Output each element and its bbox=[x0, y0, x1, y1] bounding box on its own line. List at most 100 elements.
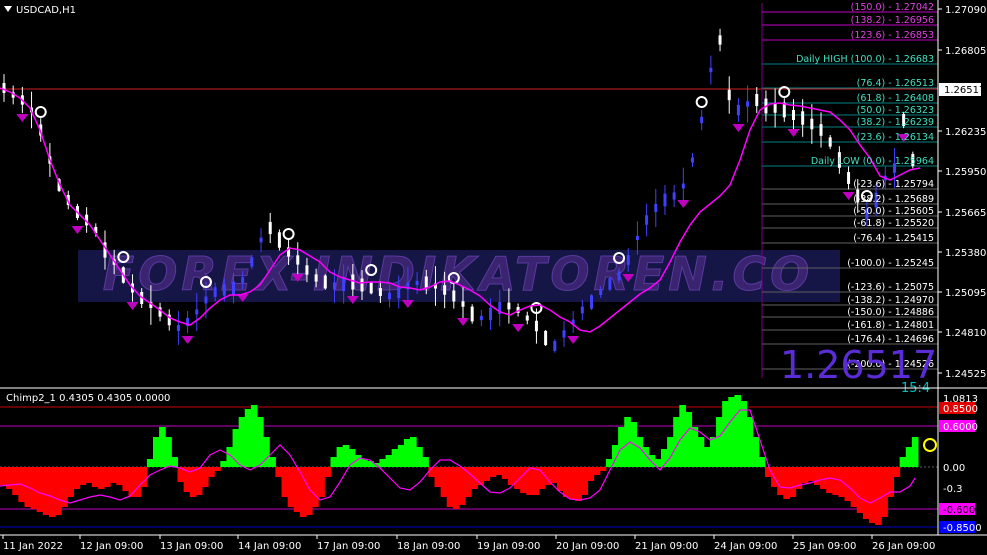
histogram-bar-positive bbox=[709, 437, 717, 467]
histogram-bar-negative bbox=[91, 467, 99, 487]
fib-label: (-61.8) - 1.25520 bbox=[853, 218, 934, 229]
candle-body bbox=[635, 235, 639, 241]
candle-body bbox=[810, 118, 814, 130]
trading-chart[interactable]: FOREX-INDIKATOREN.CO (150.0) - 1.27042(1… bbox=[0, 0, 987, 555]
histogram-bar-positive bbox=[911, 437, 919, 467]
candle-body bbox=[479, 315, 483, 321]
candle-body bbox=[489, 307, 493, 321]
histogram-bar-negative bbox=[324, 467, 331, 477]
candle-body bbox=[718, 35, 722, 45]
fib-label: (76.4) - 1.26513 bbox=[857, 78, 934, 89]
fib-label: (-100.0) - 1.25245 bbox=[847, 258, 934, 269]
fib-label: Daily LOW (0.0) - 1.25964 bbox=[811, 156, 934, 167]
candle-body bbox=[727, 89, 731, 101]
candle-body bbox=[608, 278, 612, 290]
histogram-bar-negative bbox=[563, 467, 570, 497]
candle-body bbox=[654, 203, 658, 213]
candle-body bbox=[626, 255, 630, 265]
histogram-bar-negative bbox=[807, 467, 815, 481]
histogram-bar-negative bbox=[789, 467, 797, 497]
histogram-bar-positive bbox=[385, 455, 393, 467]
candle-body bbox=[544, 330, 548, 346]
histogram-bar-negative bbox=[532, 467, 540, 495]
fib-label: (-161.8) - 1.24801 bbox=[847, 320, 934, 331]
candle-body bbox=[645, 215, 649, 225]
histogram-bar-negative bbox=[783, 467, 790, 499]
histogram-bar-negative bbox=[507, 467, 515, 485]
histogram-bar-positive bbox=[159, 427, 166, 467]
histogram-bar-negative bbox=[30, 467, 38, 509]
time-tick-label: 12 Jan 09:00 bbox=[80, 541, 143, 552]
histogram-bar-negative bbox=[446, 467, 454, 507]
price-tick-label: 1.25665 bbox=[945, 208, 986, 219]
histogram-bar-negative bbox=[281, 467, 289, 497]
histogram-bar-positive bbox=[899, 457, 907, 467]
histogram-bar-positive bbox=[153, 437, 160, 467]
histogram-bar-negative bbox=[777, 467, 784, 495]
fib-label: (-50.0) - 1.25605 bbox=[853, 206, 934, 217]
candle-body bbox=[443, 285, 447, 295]
histogram-bar-negative bbox=[856, 467, 864, 513]
fib-label: (-138.2) - 1.24970 bbox=[847, 295, 934, 306]
histogram-bar-negative bbox=[67, 467, 74, 497]
histogram-bar-negative bbox=[201, 467, 209, 487]
price-tick-label: 1.24525 bbox=[945, 369, 986, 380]
candle-body bbox=[736, 104, 740, 116]
histogram-bar-negative bbox=[104, 467, 111, 487]
candle-body bbox=[773, 103, 777, 113]
histogram-bar-negative bbox=[42, 467, 50, 515]
histogram-bar-positive bbox=[361, 459, 368, 467]
candle-body bbox=[525, 315, 529, 321]
histogram-bar-negative bbox=[116, 467, 123, 485]
candle-body bbox=[681, 183, 685, 189]
candle-body bbox=[452, 290, 456, 302]
candle-body bbox=[470, 306, 474, 322]
indicator-tick-label: -0.8500 bbox=[943, 523, 982, 534]
histogram-bar-negative bbox=[452, 467, 460, 509]
candle-body bbox=[241, 277, 245, 283]
candle-body bbox=[746, 101, 750, 107]
histogram-bar-negative bbox=[79, 467, 87, 485]
histogram-bar-negative bbox=[599, 467, 607, 471]
histogram-bar-positive bbox=[636, 437, 644, 467]
time-tick-label: 17 Jan 09:00 bbox=[317, 541, 380, 552]
fib-label: (-76.4) - 1.25415 bbox=[853, 233, 934, 244]
histogram-bar-positive bbox=[391, 449, 399, 467]
candle-body bbox=[323, 275, 327, 289]
histogram-bar-negative bbox=[869, 467, 876, 523]
histogram-bar-positive bbox=[728, 397, 735, 467]
candle-body bbox=[599, 289, 603, 295]
candle-body bbox=[663, 193, 667, 207]
price-tick-label: 1.24810 bbox=[945, 328, 986, 339]
histogram-bar-negative bbox=[587, 467, 595, 481]
histogram-bar-positive bbox=[146, 459, 154, 467]
time-tick-label: 19 Jan 09:00 bbox=[477, 541, 540, 552]
histogram-bar-negative bbox=[440, 467, 448, 497]
histogram-bar-positive bbox=[336, 447, 344, 467]
candle-body bbox=[195, 309, 199, 315]
time-tick-label: 20 Jan 09:00 bbox=[556, 541, 619, 552]
candle-body bbox=[553, 341, 557, 351]
histogram-bar-positive bbox=[220, 461, 227, 467]
histogram-bar-positive bbox=[746, 417, 754, 467]
candle-body bbox=[617, 271, 621, 281]
price-tick-label: 1.25095 bbox=[945, 288, 986, 299]
candle-body bbox=[204, 296, 208, 304]
candle-body bbox=[580, 306, 584, 314]
histogram-bar-negative bbox=[489, 467, 497, 477]
fib-label: (150.0) - 1.27042 bbox=[851, 2, 934, 13]
candle-body bbox=[360, 278, 364, 292]
candle-body bbox=[828, 137, 832, 147]
histogram-bar-positive bbox=[238, 417, 246, 467]
fib-label: (-150.0) - 1.24886 bbox=[847, 307, 934, 318]
histogram-bar-negative bbox=[122, 467, 130, 491]
candle-body bbox=[351, 274, 355, 290]
histogram-bar-positive bbox=[171, 457, 178, 467]
histogram-bar-positive bbox=[740, 401, 748, 467]
candle-body bbox=[332, 282, 336, 290]
histogram-bar-positive bbox=[397, 445, 405, 467]
histogram-bar-negative bbox=[575, 467, 582, 501]
candle-body bbox=[755, 94, 759, 106]
candle-body bbox=[819, 124, 823, 136]
candle-body bbox=[672, 192, 676, 200]
